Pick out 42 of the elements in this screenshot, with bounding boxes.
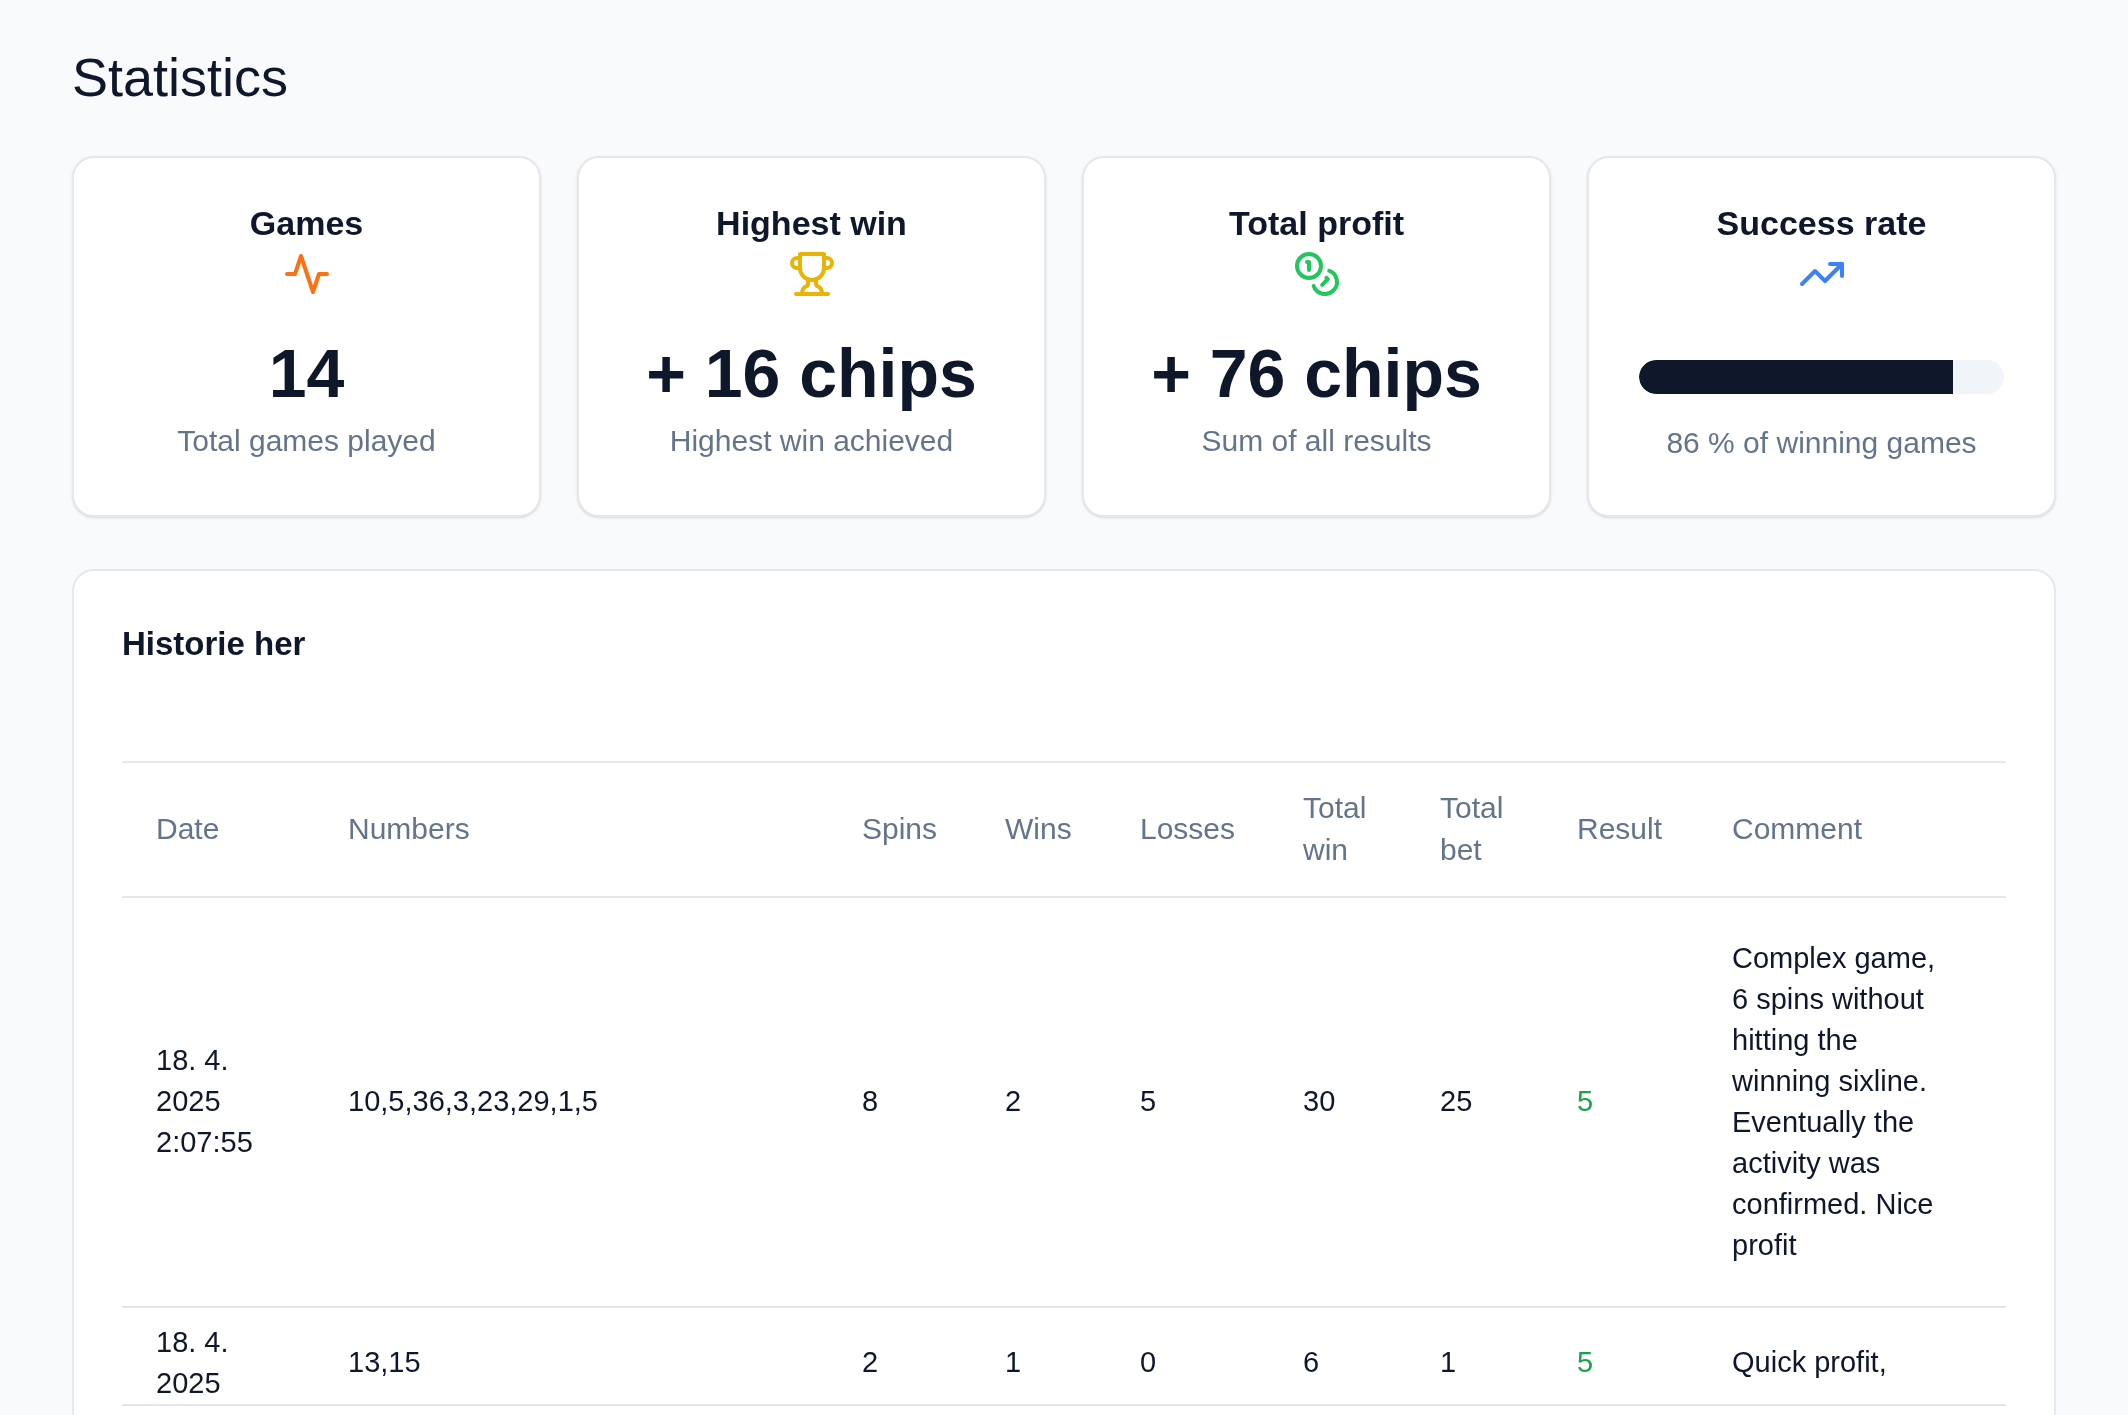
section-title: Historie her	[122, 624, 307, 664]
stat-value: + 76 chips	[1151, 334, 1482, 412]
table-cell-text: 2	[1005, 1084, 1023, 1119]
table-cell-text: 18. 4. 2025 2:07:55	[156, 1043, 254, 1160]
table-cell-text: 8	[862, 1084, 880, 1119]
table-cell-text: Quick profit,	[1732, 1345, 1888, 1380]
trophy-icon	[787, 250, 836, 298]
table-cell-text: Complex game, 6 spins without hitting the winning sixline. Eventually the activity was confirmed. Nice profit	[1732, 940, 1937, 1263]
card-title: Success rate	[1716, 202, 1927, 244]
card-title: Games	[249, 202, 364, 244]
table-cell-text: 2	[862, 1345, 880, 1380]
table-cell-text: 5	[1140, 1084, 1158, 1119]
result-value: 5	[1577, 1084, 1595, 1119]
table-cell-text: 1	[1440, 1345, 1458, 1380]
card-caption: Total games played	[177, 423, 436, 459]
column-header: Wins	[1005, 811, 1072, 847]
card-caption: Sum of all results	[1201, 423, 1432, 459]
column-header: Losses	[1140, 811, 1235, 847]
table-cell-text: 1	[1005, 1345, 1023, 1380]
card-title: Total profit	[1229, 202, 1404, 244]
page-title: Statistics	[72, 46, 290, 109]
stat-value: 14	[268, 334, 345, 412]
table-cell-text: 30	[1303, 1084, 1337, 1119]
stat-value: + 16 chips	[646, 334, 977, 412]
result-value: 5	[1577, 1345, 1595, 1380]
table-cell-text: 18. 4. 2025	[156, 1324, 230, 1401]
card-title: Highest win	[716, 202, 907, 244]
table-cell-text: 0	[1140, 1345, 1158, 1380]
column-header: Numbers	[348, 811, 471, 847]
card-caption: 86 % of winning games	[1666, 425, 1977, 461]
column-header: Date	[156, 811, 221, 847]
coins-icon	[1292, 250, 1341, 298]
table-cell-text: 13,15	[348, 1345, 422, 1380]
column-header: Total bet	[1440, 790, 1505, 868]
table-cell-text: 10,5,36,3,23,29,1,5	[348, 1084, 599, 1119]
table-cell-text: 6	[1303, 1345, 1321, 1380]
table-cell-text: 25	[1440, 1084, 1474, 1119]
card-caption: Highest win achieved	[669, 423, 954, 459]
column-header: Total win	[1303, 790, 1368, 868]
column-header: Result	[1577, 811, 1664, 847]
column-header: Comment	[1732, 811, 1864, 847]
column-header: Spins	[862, 811, 937, 847]
